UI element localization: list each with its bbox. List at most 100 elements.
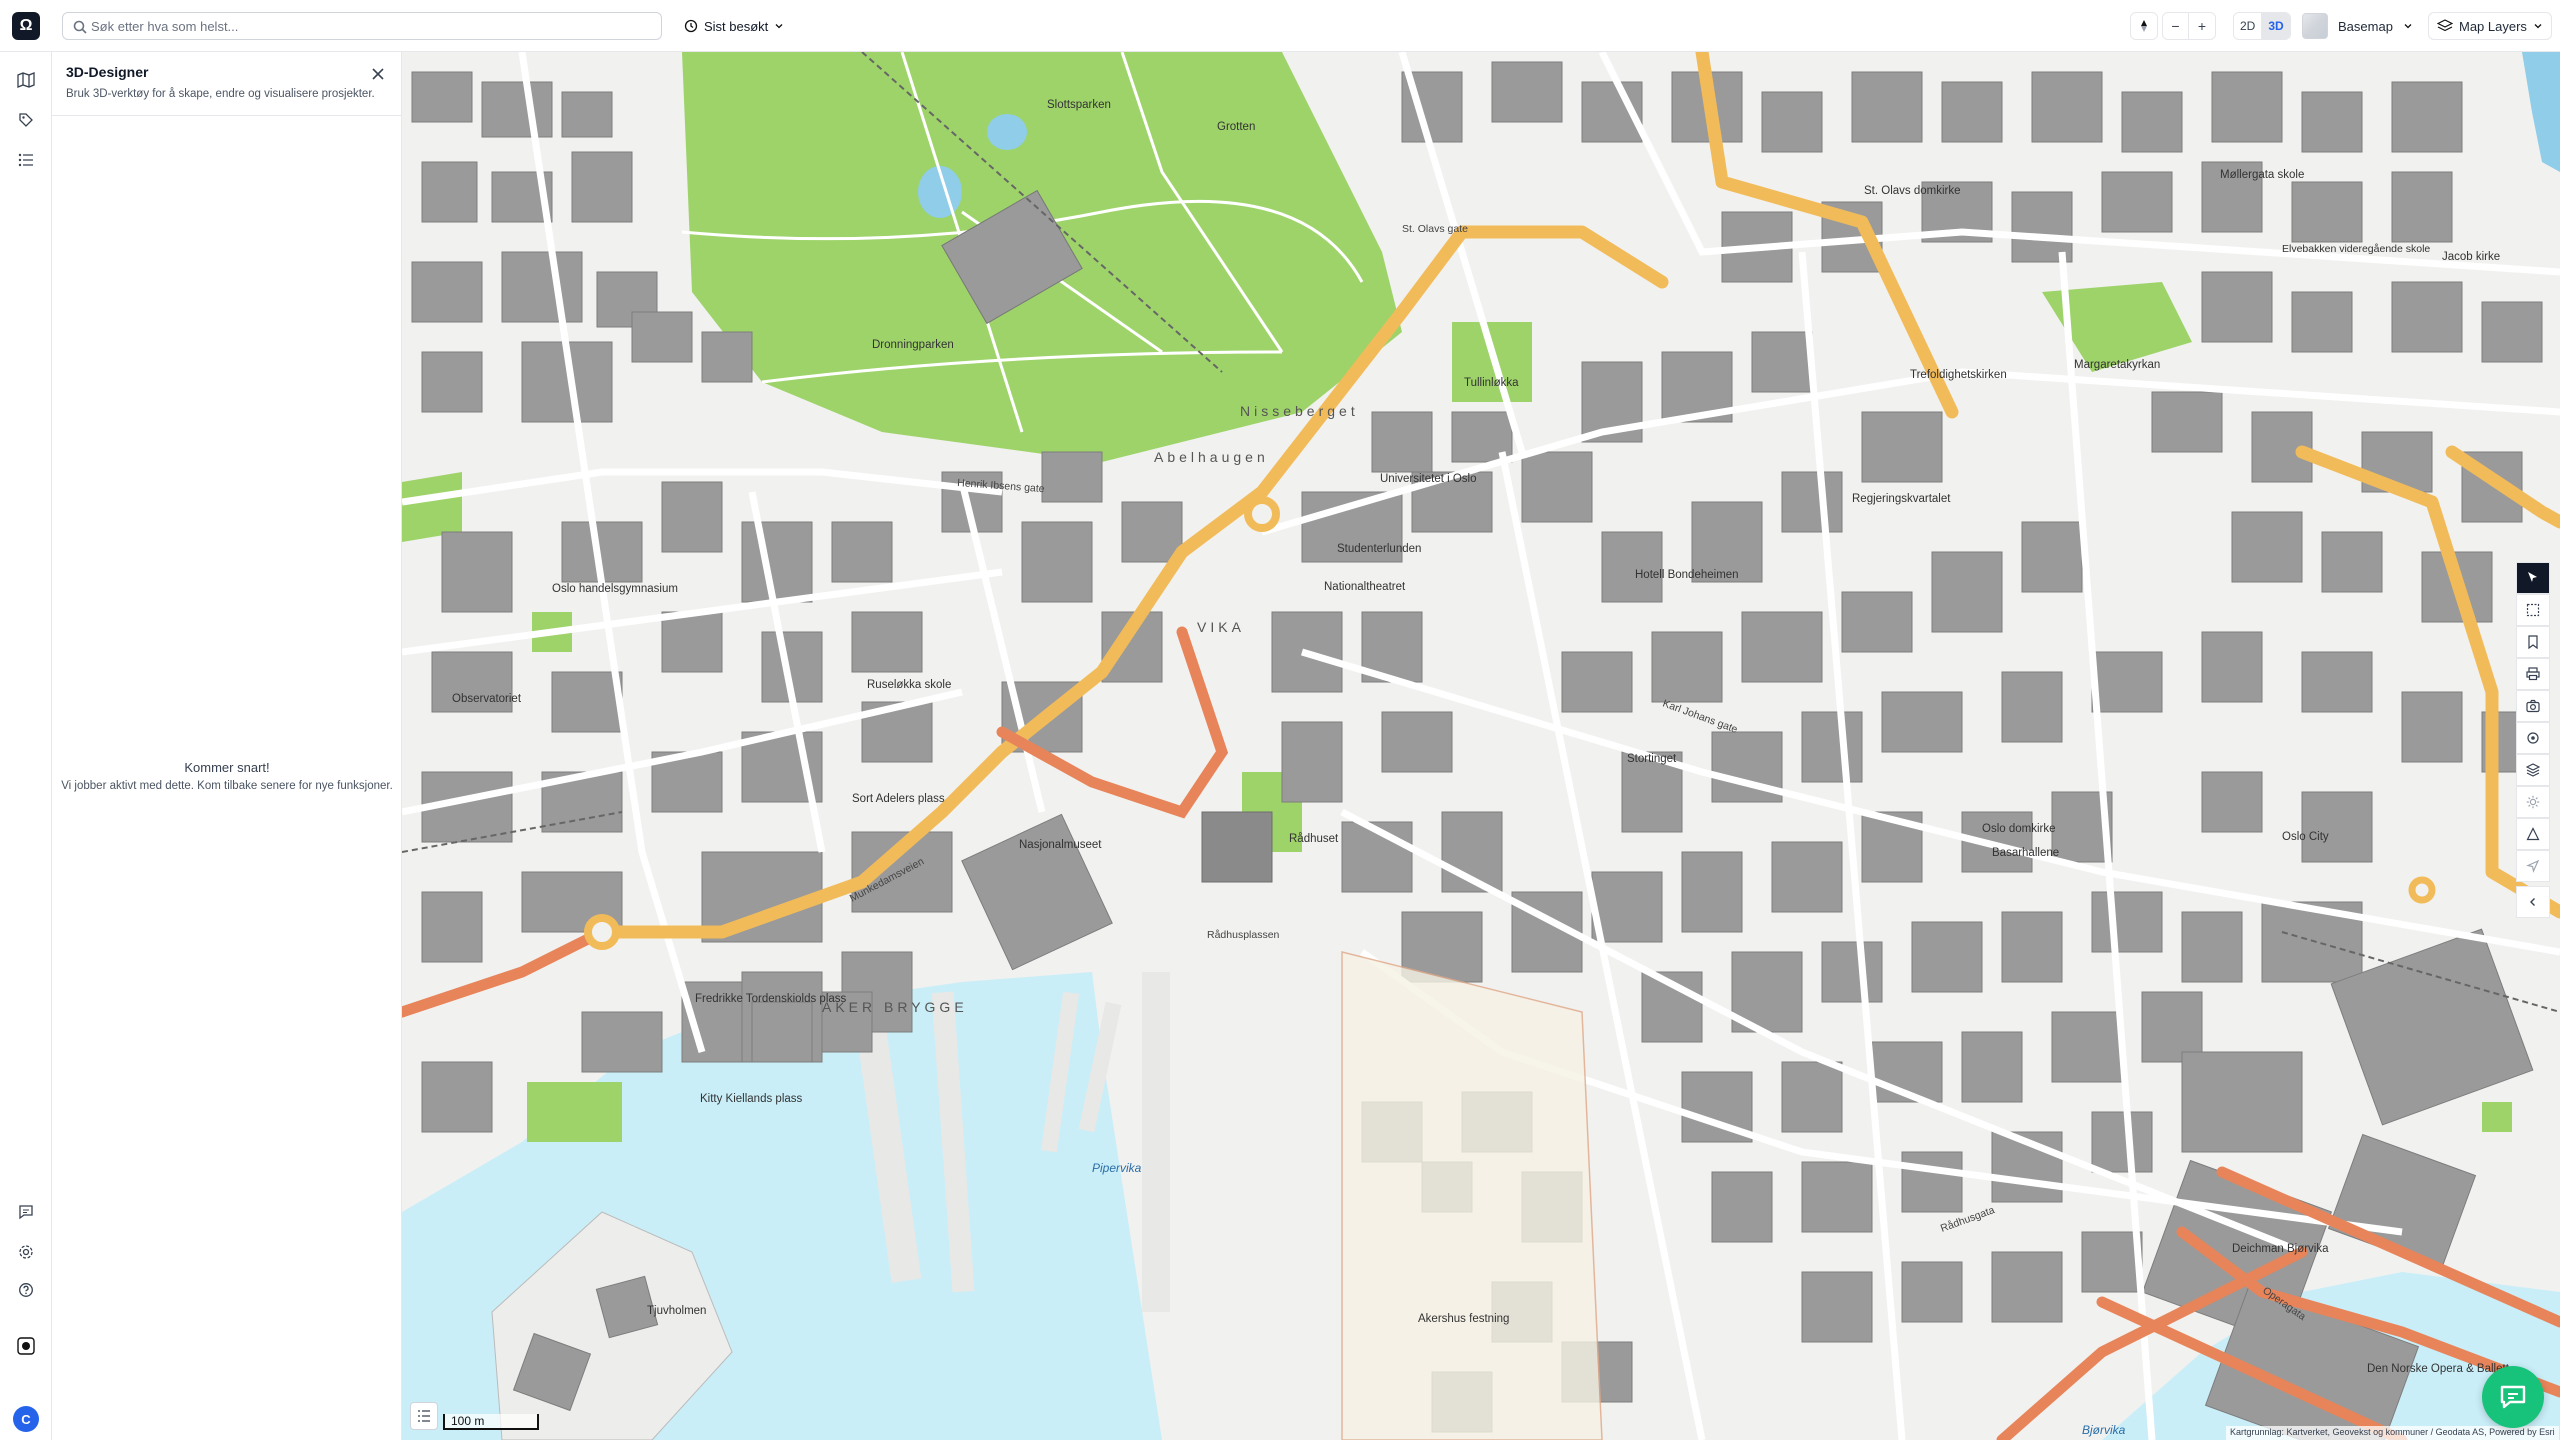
panel-subtitle: Bruk 3D-verktøy for å skape, endre og vi… xyxy=(66,88,375,100)
river-water xyxy=(2522,52,2560,172)
map-layers-button[interactable]: Map Layers xyxy=(2428,12,2552,40)
label-regjeringskvartalet: Regjeringskvartalet xyxy=(1852,493,1951,505)
label-nasjonalmuseet: Nasjonalmuseet xyxy=(1019,839,1102,851)
label-studenterlunden: Studenterlunden xyxy=(1337,543,1421,555)
label-tullinlokka: Tullinløkka xyxy=(1464,377,1519,389)
label-bjorvika: Bjørvika xyxy=(2082,1423,2126,1437)
sun-icon xyxy=(2526,795,2540,809)
recent-visited-dropdown[interactable]: Sist besøkt xyxy=(678,12,790,40)
label-ruselokka: Ruseløkka skole xyxy=(867,679,951,691)
label-stortinget: Stortinget xyxy=(1627,753,1677,765)
camera-icon xyxy=(2526,699,2540,713)
label-margaretakyrkan: Margaretakyrkan xyxy=(2074,359,2160,371)
label-radhusplassen: Rådhusplassen xyxy=(1207,929,1280,941)
stack-icon xyxy=(2526,763,2540,777)
label-oslo-city: Oslo City xyxy=(2282,831,2329,843)
compass-button[interactable] xyxy=(2131,13,2157,39)
radhuset-building xyxy=(1201,811,1273,883)
label-observatoriet: Observatoriet xyxy=(452,693,522,705)
navigate-button[interactable] xyxy=(2516,850,2550,882)
panel-title: 3D-Designer xyxy=(66,64,149,80)
basemap-selector[interactable]: Basemap xyxy=(2302,12,2421,40)
tag-icon xyxy=(19,113,33,127)
printer-icon xyxy=(2526,667,2540,681)
record-button[interactable] xyxy=(14,1334,38,1358)
chevron-left-icon xyxy=(2530,898,2535,906)
settings-button[interactable] xyxy=(14,1240,38,1264)
empty-state: Kommer snart! Vi jobber aktivt med dette… xyxy=(52,760,402,792)
basemap-thumbnail xyxy=(2302,13,2328,39)
close-icon[interactable] xyxy=(368,64,388,84)
view-mode-group: 2D 3D xyxy=(2233,12,2291,40)
label-bondeheimen: Hotell Bondeheimen xyxy=(1635,569,1739,581)
label-elvebakken: Elvebakken videregående skole xyxy=(2282,243,2430,255)
legend-list-icon xyxy=(418,1410,430,1422)
designer-panel: 3D-Designer Bruk 3D-verktøy for å skape,… xyxy=(52,52,402,1440)
label-fredrikke: Fredrikke Tordenskiolds plass xyxy=(695,993,847,1005)
chat-icon xyxy=(2500,1385,2526,1409)
label-basarhallene: Basarhallene xyxy=(1992,847,2059,859)
map-icon xyxy=(17,72,35,88)
label-slottsparken: Slottsparken xyxy=(1047,99,1111,111)
akershus-outline xyxy=(1341,951,1603,1440)
select-tool-button[interactable] xyxy=(2516,562,2550,594)
label-pipervika: Pipervika xyxy=(1092,1161,1142,1175)
clock-icon xyxy=(684,19,698,33)
search-box[interactable] xyxy=(62,12,662,40)
navigation-arrow-icon xyxy=(2526,859,2540,873)
zoom-in-button[interactable]: + xyxy=(2189,13,2215,39)
zoom-out-button[interactable]: − xyxy=(2163,13,2189,39)
user-avatar[interactable]: C xyxy=(13,1406,39,1432)
label-jacob-kirke: Jacob kirke xyxy=(2442,251,2500,263)
map-nav-button[interactable] xyxy=(14,68,38,92)
collapse-tools-button[interactable] xyxy=(2516,886,2550,918)
map-canvas[interactable]: Slottsparken Grotten Dronningparken Niss… xyxy=(402,52,2560,1440)
label-nationaltheatret: Nationaltheatret xyxy=(1324,581,1406,593)
map-tools xyxy=(2516,562,2550,918)
messages-button[interactable] xyxy=(14,1200,38,1224)
screenshot-button[interactable] xyxy=(2516,690,2550,722)
legend-button[interactable] xyxy=(410,1402,438,1430)
measure-button[interactable] xyxy=(2516,818,2550,850)
compass-icon xyxy=(2141,20,2147,32)
target-icon xyxy=(2527,732,2539,744)
layers-tool-button[interactable] xyxy=(2516,754,2550,786)
area-select-button[interactable] xyxy=(2516,594,2550,626)
locate-button[interactable] xyxy=(2516,722,2550,754)
label-universitetet: Universitetet i Oslo xyxy=(1380,473,1477,485)
scale-bar: 100 m xyxy=(443,1406,539,1430)
app-logo[interactable]: Ω xyxy=(12,12,40,40)
record-icon xyxy=(17,1337,35,1355)
chat-bubble-icon xyxy=(19,1205,33,1220)
empty-state-text: Vi jobber aktivt med dette. Kom tilbake … xyxy=(61,780,393,792)
tag-nav-button[interactable] xyxy=(14,108,38,132)
zoom-group: − + xyxy=(2162,12,2216,40)
label-dronningparken: Dronningparken xyxy=(872,339,954,351)
help-button[interactable] xyxy=(14,1278,38,1302)
label-kitty-kielland: Kitty Kiellands plass xyxy=(700,1093,803,1105)
label-grotten: Grotten xyxy=(1217,121,1255,133)
support-chat-button[interactable] xyxy=(2482,1366,2544,1428)
label-akershus: Akershus festning xyxy=(1418,1313,1509,1325)
list-nav-button[interactable] xyxy=(14,148,38,172)
roundabout xyxy=(1244,496,1280,532)
list-icon xyxy=(18,153,33,167)
view-3d-button[interactable]: 3D xyxy=(2262,13,2290,39)
label-nisseberget: Nisseberget xyxy=(1240,403,1359,419)
view-2d-button[interactable]: 2D xyxy=(2234,13,2263,39)
sun-button[interactable] xyxy=(2516,786,2550,818)
cursor-icon xyxy=(2528,572,2537,582)
bookmark-icon xyxy=(2528,635,2538,649)
label-mollergata: Møllergata skole xyxy=(2220,169,2304,181)
label-karl-johans-gate: Karl Johans gate xyxy=(1661,698,1739,736)
bookmark-button[interactable] xyxy=(2516,626,2550,658)
empty-state-title: Kommer snart! xyxy=(184,760,270,775)
print-button[interactable] xyxy=(2516,658,2550,690)
label-deichman: Deichman Bjørvika xyxy=(2232,1243,2329,1255)
label-radhuset: Rådhuset xyxy=(1289,833,1339,845)
scale-label: 100 m xyxy=(451,1414,485,1428)
selection-box-icon xyxy=(2526,603,2540,617)
panel-header: 3D-Designer Bruk 3D-verktøy for å skape,… xyxy=(52,52,402,116)
chevron-down-icon xyxy=(775,24,783,29)
search-input[interactable] xyxy=(91,18,661,34)
